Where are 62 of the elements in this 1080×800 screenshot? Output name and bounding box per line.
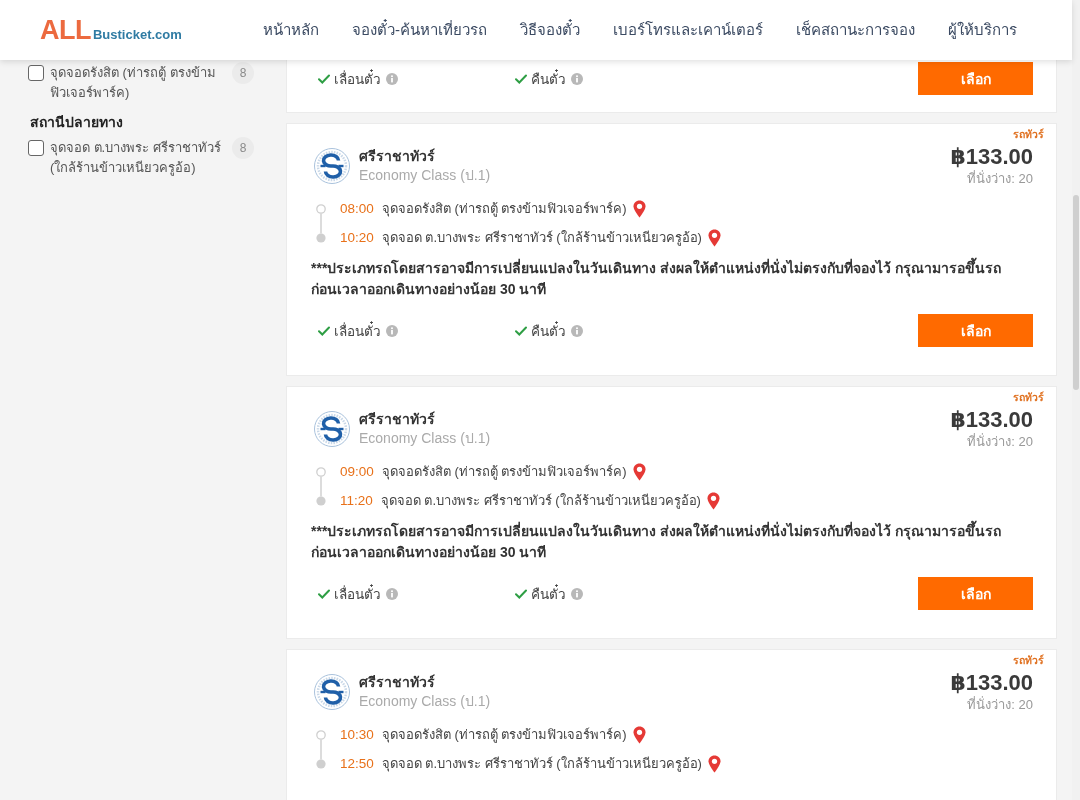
- stop-time: 10:30: [340, 727, 374, 742]
- map-pin-icon[interactable]: [707, 228, 721, 247]
- feature-label: เลื่อนตั๋ว: [334, 320, 381, 341]
- stop-time: 12:50: [340, 756, 374, 771]
- stop-time: 08:00: [340, 201, 374, 216]
- count-badge: 8: [232, 137, 254, 159]
- nav-link[interactable]: เช็คสถานะการจอง: [796, 18, 915, 42]
- nav-link[interactable]: ผู้ให้บริการ: [948, 18, 1017, 42]
- feature-label: คืนตั๋ว: [531, 320, 566, 341]
- operator-logo-icon: [314, 674, 350, 710]
- filter-label[interactable]: จุดจอดรังสิต (ท่ารถตู้ ตรงข้ามฟิวเจอร์พาร์ค): [50, 63, 225, 103]
- trip-note: ***ประเภทรถโดยสารอาจมีการเปลี่ยนแปลงในวันเดินทาง ส่งผลให้ตำแหน่งที่นั่งไม่ตรงกับที่จองไว้ กรุณามารอขึ้นรถก่อนเวลาออกเดินทางอย่างน้อย 30 นาที: [311, 521, 1019, 563]
- seats-available: ที่นั่งว่าง: 20: [967, 433, 1033, 451]
- price: ฿133.00: [950, 407, 1033, 433]
- bus-type-label: รถทัวร์: [1013, 390, 1044, 404]
- stop-name: จุดจอด ต.บางพระ ศรีราชาทัวร์ (ใกล้ร้านข้าวเหนียวครูอ้อ): [381, 229, 702, 248]
- route-timeline-drawing: [315, 466, 327, 506]
- map-pin-icon[interactable]: [632, 199, 646, 218]
- stop-time: 11:20: [340, 493, 373, 508]
- map-pin-icon[interactable]: [707, 754, 721, 773]
- seats-available: ที่นั่งว่าง: 20: [967, 696, 1033, 714]
- nav-link[interactable]: หน้าหลัก: [263, 18, 319, 42]
- nav-link[interactable]: เบอร์โทรและเคาน์เตอร์: [613, 18, 763, 42]
- feature-label: คืนตั๋ว: [531, 68, 566, 89]
- stop-name: จุดจอด ต.บางพระ ศรีราชาทัวร์ (ใกล้ร้านข้าวเหนียวครูอ้อ): [381, 755, 702, 774]
- seat-class: Economy Class (ป.1): [359, 692, 491, 711]
- feature-label: คืนตั๋ว: [531, 583, 566, 604]
- feature-label: เลื่อนตั๋ว: [334, 583, 381, 604]
- scrollbar-thumb[interactable]: [1073, 195, 1079, 390]
- operator-name: ศรีราชาทัวร์: [359, 410, 436, 429]
- count-badge: 8: [232, 62, 254, 84]
- filter-group-title: สถานีปลายทาง: [30, 113, 124, 131]
- price: ฿133.00: [950, 670, 1033, 696]
- filter-label[interactable]: จุดจอด ต.บางพระ ศรีราชาทัวร์ (ใกล้ร้านข้าวเหนียวครูอ้อ): [50, 138, 225, 178]
- operator-name: ศรีราชาทัวร์: [359, 673, 436, 692]
- logo-domain[interactable]: Busticket.com: [93, 26, 182, 42]
- bus-type-label: รถทัวร์: [1013, 653, 1044, 667]
- stop-time: 10:20: [340, 230, 374, 245]
- checkbox[interactable]: [28, 140, 44, 156]
- nav-link[interactable]: จองตั๋ว-ค้นหาเที่ยวรถ: [352, 18, 487, 42]
- stop-name: จุดจอดรังสิต (ท่ารถตู้ ตรงข้ามฟิวเจอร์พาร์ค): [381, 463, 627, 482]
- price: ฿133.00: [950, 144, 1033, 170]
- checkbox[interactable]: [28, 65, 44, 81]
- stop-time: 09:00: [340, 464, 374, 479]
- route-timeline-drawing: [315, 729, 327, 769]
- bus-type-label: รถทัวร์: [1013, 127, 1044, 141]
- operator-logo-icon: [314, 411, 350, 447]
- seat-class: Economy Class (ป.1): [359, 429, 491, 448]
- trip-note: ***ประเภทรถโดยสารอาจมีการเปลี่ยนแปลงในวันเดินทาง ส่งผลให้ตำแหน่งที่นั่งไม่ตรงกับที่จองไว้ กรุณามารอขึ้นรถก่อนเวลาออกเดินทางอย่างน้อย 30 นาที: [311, 258, 1019, 300]
- route-timeline-drawing: [315, 203, 327, 243]
- operator-name: ศรีราชาทัวร์: [359, 147, 436, 166]
- map-pin-icon[interactable]: [632, 725, 646, 744]
- stop-name: จุดจอดรังสิต (ท่ารถตู้ ตรงข้ามฟิวเจอร์พาร์ค): [381, 726, 627, 745]
- stop-name: จุดจอด ต.บางพระ ศรีราชาทัวร์ (ใกล้ร้านข้าวเหนียวครูอ้อ): [380, 492, 701, 511]
- stop-name: จุดจอดรังสิต (ท่ารถตู้ ตรงข้ามฟิวเจอร์พาร์ค): [381, 200, 627, 219]
- feature-label: เลื่อนตั๋ว: [334, 68, 381, 89]
- seats-available: ที่นั่งว่าง: 20: [967, 170, 1033, 188]
- nav-link[interactable]: วิธีจองตั๋ว: [520, 18, 580, 42]
- seat-class: Economy Class (ป.1): [359, 166, 491, 185]
- map-pin-icon[interactable]: [632, 462, 646, 481]
- operator-logo-icon: [314, 148, 350, 184]
- map-pin-icon[interactable]: [706, 491, 720, 510]
